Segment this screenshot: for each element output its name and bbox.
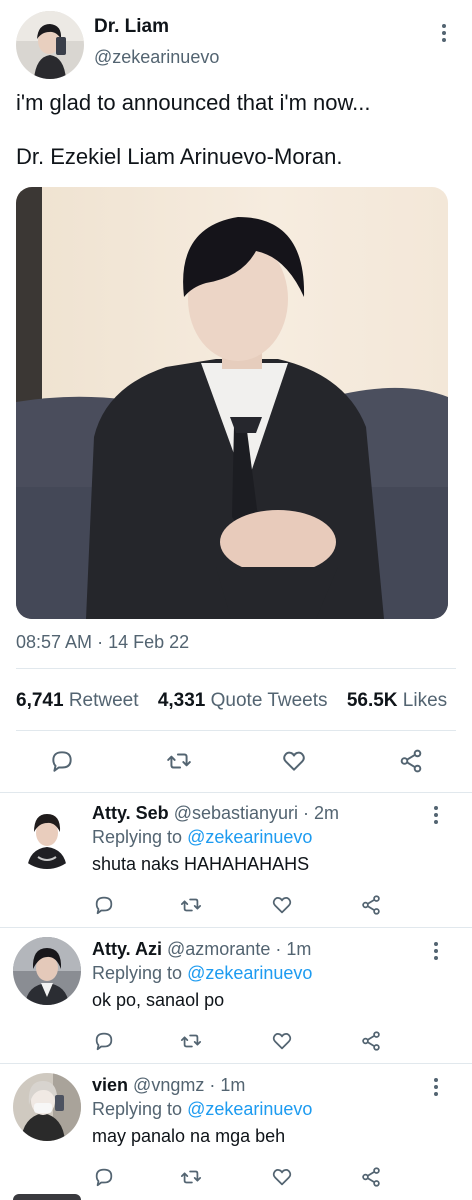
tweet-text-line-1: i'm glad to announced that i'm now... [16, 90, 371, 115]
reply-header: Atty. Azi @azmorante · 1m [92, 939, 311, 960]
replying-to: Replying to @zekearinuevo [92, 1099, 312, 1120]
reply-author-name[interactable]: Atty. Seb [92, 803, 169, 823]
tweet-text-line-2: Dr. Ezekiel Liam Arinuevo-Moran. [16, 144, 343, 169]
likes-count[interactable]: 56.5K [347, 690, 398, 711]
reply-author-name[interactable]: Atty. Azi [92, 939, 162, 959]
divider [16, 668, 456, 669]
author-avatar[interactable] [16, 11, 84, 79]
like-icon[interactable] [267, 1026, 297, 1056]
retweets-count[interactable]: 6,741 [16, 690, 64, 711]
tweet-time: 08:57 AM [16, 632, 93, 652]
author-name[interactable]: Dr. Liam [94, 16, 169, 38]
more-options-icon[interactable] [426, 939, 446, 963]
divider [0, 1063, 472, 1064]
quotes-label[interactable]: Quote Tweets [211, 690, 328, 711]
reply-separator: · [298, 803, 315, 823]
reply-avatar[interactable] [13, 1073, 81, 1141]
reply-separator: · [270, 939, 287, 959]
replying-to: Replying to @zekearinuevo [92, 963, 312, 984]
reply-avatar[interactable] [13, 937, 81, 1005]
author-handle[interactable]: @zekearinuevo [94, 47, 219, 68]
replying-to: Replying to @zekearinuevo [92, 827, 312, 848]
divider [16, 730, 456, 731]
next-reply-avatar-partial [13, 1194, 81, 1200]
replying-to-link[interactable]: @zekearinuevo [187, 1099, 312, 1119]
engagement-stats: 6,741 Retweet 4,331 Quote Tweets 56.5K L… [16, 690, 447, 712]
reply-header: Atty. Seb @sebastianyuri · 2m [92, 803, 339, 824]
reply-text: shuta naks HAHAHAHAHS [92, 854, 310, 874]
reply-icon[interactable] [89, 890, 119, 920]
reply-author-handle[interactable]: @azmorante [167, 939, 270, 959]
reply-icon[interactable] [89, 1162, 119, 1192]
retweets-label[interactable]: Retweet [69, 690, 139, 711]
tweet-photo[interactable] [16, 187, 448, 619]
reply-author-handle[interactable]: @sebastianyuri [174, 803, 298, 823]
reply-tweet[interactable]: Atty. Azi @azmorante · 1m Replying to @z… [0, 929, 472, 1065]
likes-label[interactable]: Likes [403, 690, 447, 711]
like-icon[interactable] [267, 890, 297, 920]
reply-tweet[interactable]: vien @vngmz · 1m Replying to @zekearinue… [0, 1065, 472, 1200]
reply-separator: · [204, 1075, 221, 1095]
more-options-icon[interactable] [426, 1075, 446, 1099]
reply-avatar[interactable] [13, 801, 81, 869]
retweet-icon[interactable] [176, 890, 206, 920]
more-options-icon[interactable] [434, 21, 454, 45]
share-icon[interactable] [356, 890, 386, 920]
tweet-date: 14 Feb 22 [108, 632, 190, 652]
replying-to-link[interactable]: @zekearinuevo [187, 963, 312, 983]
replying-to-label: Replying to [92, 963, 183, 983]
reply-text: ok po, sanaol po [92, 990, 225, 1010]
reply-text: may panalo na mga beh [92, 1126, 286, 1146]
reply-author-handle[interactable]: @vngmz [133, 1075, 204, 1095]
retweet-icon[interactable] [176, 1026, 206, 1056]
replying-to-link[interactable]: @zekearinuevo [187, 827, 312, 847]
like-icon[interactable] [267, 1162, 297, 1192]
replying-to-label: Replying to [92, 827, 183, 847]
tweet-timestamp[interactable]: 08:57 AM · 14 Feb 22 [16, 632, 189, 653]
retweet-icon[interactable] [176, 1162, 206, 1192]
share-icon[interactable] [356, 1162, 386, 1192]
quotes-count[interactable]: 4,331 [158, 690, 206, 711]
share-icon[interactable] [396, 746, 426, 776]
timestamp-separator: · [92, 632, 109, 652]
like-icon[interactable] [279, 746, 309, 776]
more-options-icon[interactable] [426, 803, 446, 827]
reply-time[interactable]: 2m [314, 803, 339, 823]
retweet-icon[interactable] [164, 746, 194, 776]
share-icon[interactable] [356, 1026, 386, 1056]
reply-author-name[interactable]: vien [92, 1075, 128, 1095]
reply-time[interactable]: 1m [286, 939, 311, 959]
reply-header: vien @vngmz · 1m [92, 1075, 245, 1096]
reply-icon[interactable] [47, 746, 77, 776]
reply-icon[interactable] [89, 1026, 119, 1056]
reply-tweet[interactable]: Atty. Seb @sebastianyuri · 2m Replying t… [0, 793, 472, 929]
replying-to-label: Replying to [92, 1099, 183, 1119]
reply-time[interactable]: 1m [220, 1075, 245, 1095]
divider [0, 927, 472, 928]
